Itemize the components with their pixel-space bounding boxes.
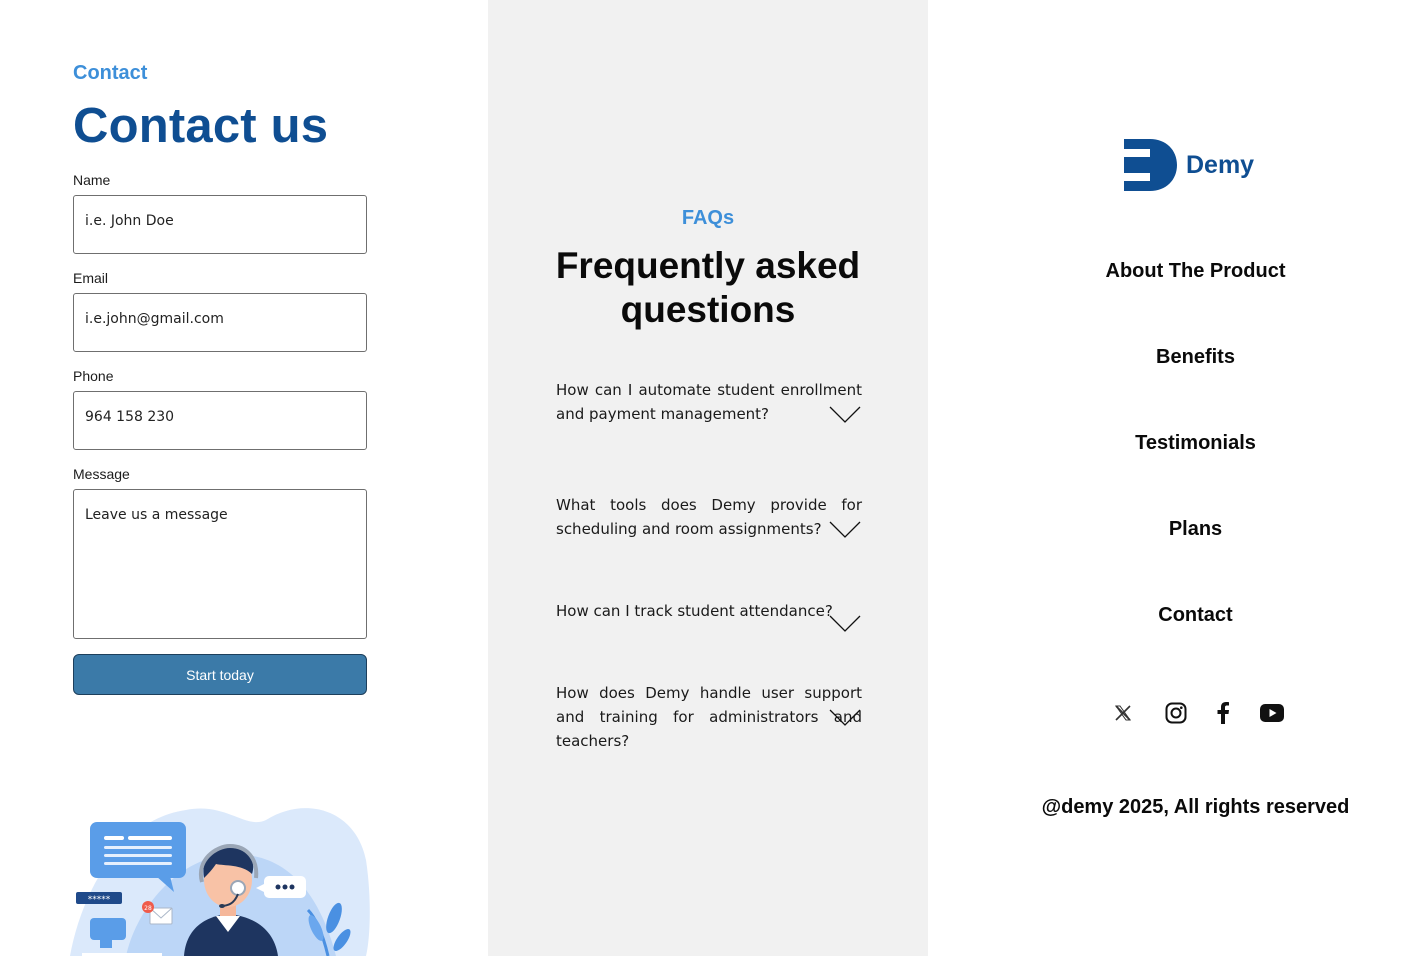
faq-item[interactable]: How can I automate student enrollment an… <box>556 378 862 426</box>
facebook-icon[interactable] <box>1210 700 1236 726</box>
faq-item[interactable]: How does Demy handle user support and tr… <box>556 681 862 753</box>
start-today-button[interactable]: Start today <box>73 654 367 695</box>
name-placeholder: i.e. John Doe <box>85 213 174 229</box>
notification-count: 28 <box>144 905 152 912</box>
email-field[interactable]: i.e.john@gmail.com <box>73 293 367 352</box>
faq-section: FAQs Frequently asked questions How can … <box>488 0 928 956</box>
chevron-down-icon[interactable] <box>829 615 861 633</box>
message-placeholder: Leave us a message <box>85 507 228 523</box>
faq-question: How does Demy handle user support and tr… <box>556 684 862 750</box>
youtube-icon[interactable] <box>1259 700 1285 726</box>
faq-eyebrow: FAQs <box>681 207 735 229</box>
faq-item[interactable]: How can I track student attendance? <box>556 599 862 623</box>
contact-eyebrow: Contact <box>73 62 148 84</box>
nav-contact[interactable]: Contact <box>928 604 1416 627</box>
copyright-text: @demy 2025, All rights reserved <box>1041 796 1350 818</box>
nav-about-product[interactable]: About The Product <box>928 260 1416 283</box>
instagram-icon[interactable] <box>1163 700 1189 726</box>
chevron-down-icon[interactable] <box>829 406 861 424</box>
contact-section: Contact Contact us Name i.e. John Doe Em… <box>0 0 488 956</box>
support-agent-illustration: ***** 28 <box>70 808 370 956</box>
message-field[interactable]: Leave us a message <box>73 489 367 639</box>
chevron-down-icon[interactable] <box>829 709 861 727</box>
nav-plans[interactable]: Plans <box>928 518 1416 541</box>
message-label: Message <box>73 466 130 482</box>
email-placeholder: i.e.john@gmail.com <box>85 311 224 327</box>
brand-name: Demy <box>1186 150 1255 179</box>
faq-question: What tools does Demy provide for schedul… <box>556 496 862 538</box>
brand-logo[interactable]: Demy <box>1124 138 1254 192</box>
contact-title: Contact us <box>73 99 329 153</box>
phone-label: Phone <box>73 368 114 384</box>
nav-testimonials[interactable]: Testimonials <box>928 432 1416 455</box>
name-label: Name <box>73 172 111 188</box>
faq-item[interactable]: What tools does Demy provide for schedul… <box>556 493 862 541</box>
faq-question: How can I track student attendance? <box>556 602 833 620</box>
nav-benefits[interactable]: Benefits <box>928 346 1416 369</box>
password-mask: ***** <box>88 895 111 905</box>
phone-field[interactable]: 964 158 230 <box>73 391 367 450</box>
name-field[interactable]: i.e. John Doe <box>73 195 367 254</box>
faq-question: How can I automate student enrollment an… <box>556 381 862 423</box>
phone-placeholder: 964 158 230 <box>85 409 175 425</box>
x-icon[interactable] <box>1110 700 1136 726</box>
email-label: Email <box>73 270 109 286</box>
faq-title: Frequently asked questions <box>555 245 861 330</box>
chevron-down-icon[interactable] <box>829 521 861 539</box>
demy-logo-icon <box>1124 139 1177 191</box>
footer-nav-section: Demy About The Product Benefits Testimon… <box>928 0 1416 956</box>
